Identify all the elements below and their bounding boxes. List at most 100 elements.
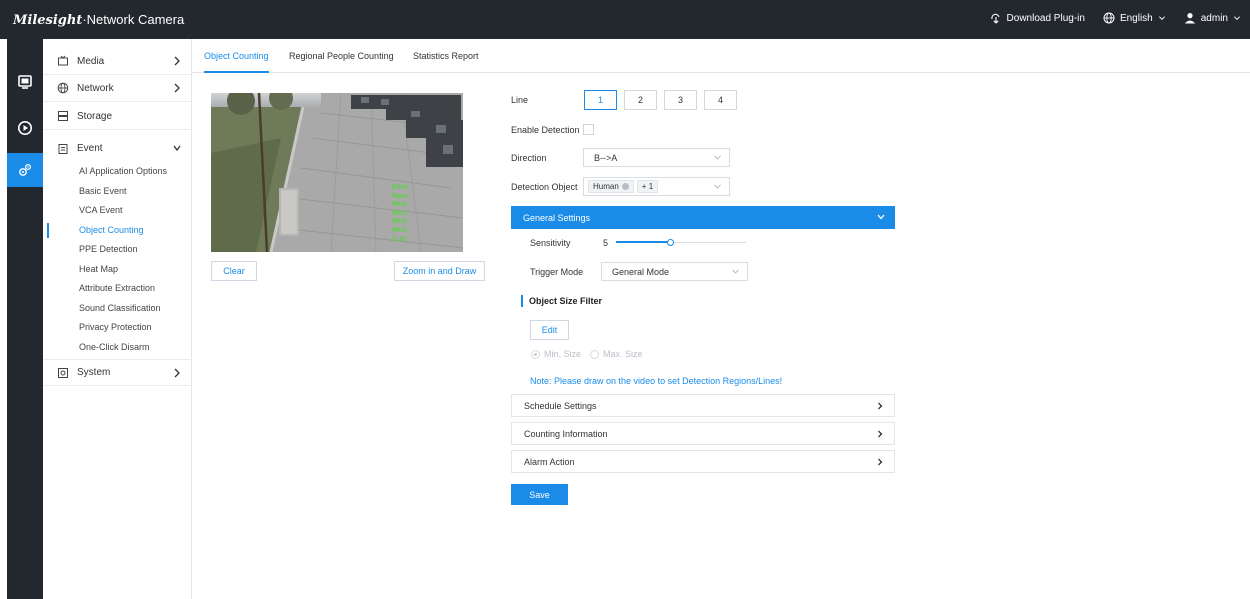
tab-regional-people-counting[interactable]: Regional People Counting [289, 39, 394, 73]
sidebar-item-one-click-disarm[interactable]: One-Click Disarm [43, 338, 192, 358]
chevron-right-icon [174, 368, 180, 378]
alarm-action-title: Alarm Action [524, 456, 575, 467]
schedule-settings-title: Schedule Settings [524, 400, 597, 411]
sidebar-item-media[interactable]: Media [43, 48, 192, 75]
chip-remove-icon[interactable] [621, 183, 629, 190]
line-2-button[interactable]: 2 [624, 90, 657, 110]
save-button[interactable]: Save [511, 484, 568, 505]
line-1-button[interactable]: 1 [584, 90, 617, 110]
chevron-down-icon [877, 214, 885, 220]
camera-scene-image [211, 93, 463, 252]
playback-icon [18, 121, 32, 135]
sidebar-item-object-counting[interactable]: Object Counting [43, 221, 192, 241]
alarm-action-header[interactable]: Alarm Action [511, 450, 895, 473]
counting-information-title: Counting Information [524, 428, 608, 439]
chevron-down-icon [732, 269, 739, 274]
brand: Milesight·Network Camera [13, 12, 184, 28]
overlay-line: Pers [392, 200, 407, 209]
detection-note: Note: Please draw on the video to set De… [530, 376, 783, 386]
chevron-right-icon [878, 402, 883, 410]
detection-chip: Human [588, 180, 634, 193]
sidebar-item-sound-classification[interactable]: Sound Classification [43, 299, 192, 319]
download-icon [990, 13, 1000, 24]
edit-button[interactable]: Edit [530, 320, 569, 340]
user-dropdown[interactable]: admin [1184, 12, 1241, 24]
general-settings-header[interactable]: General Settings [511, 206, 895, 229]
sidebar-item-label: Storage [77, 110, 113, 122]
sidebar-item-label: Media [77, 55, 105, 67]
sidebar-item-heat-map[interactable]: Heat Map [43, 260, 192, 280]
direction-value: B-->A [594, 152, 618, 163]
chevron-down-icon [714, 184, 721, 189]
sidebar-item-event[interactable]: Event [43, 135, 192, 162]
counting-overlay: Ente Pass Pers Pers Pers Pers Curr [392, 183, 408, 243]
chevron-down-icon [1158, 16, 1165, 20]
settings-icon [19, 163, 32, 176]
line-4-button[interactable]: 4 [704, 90, 737, 110]
user-icon [1184, 13, 1195, 24]
top-bar: Milesight·Network Camera Download Plug-i… [0, 0, 1250, 39]
overlay-line: Pers [392, 208, 407, 217]
sidebar-item-label: System [77, 367, 111, 378]
zoom-in-and-draw-button[interactable]: Zoom in and Draw [394, 261, 485, 281]
sidebar-item-ppe-detection[interactable]: PPE Detection [43, 240, 192, 260]
general-settings-title: General Settings [523, 212, 591, 223]
overlay-line: Curr [392, 234, 407, 243]
detection-object-select[interactable]: Human + 1 [583, 177, 730, 196]
detection-object-label: Detection Object [511, 182, 578, 192]
sidebar-item-label: Event [77, 143, 103, 154]
max-size-radio[interactable] [590, 350, 599, 359]
video-preview[interactable]: Ente Pass Pers Pers Pers Pers Curr [211, 93, 463, 252]
overlay-line: Pers [392, 225, 407, 234]
sensitivity-slider-fill [616, 241, 671, 243]
schedule-settings-header[interactable]: Schedule Settings [511, 394, 895, 417]
enable-detection-checkbox[interactable] [583, 124, 594, 135]
sensitivity-value: 5 [603, 238, 609, 248]
storage-icon [57, 110, 69, 122]
brand-title: ·Network Camera [82, 12, 185, 27]
live-view-icon [18, 75, 32, 89]
chevron-right-icon [174, 83, 180, 93]
chevron-right-icon [878, 430, 883, 438]
line-label: Line [511, 95, 529, 105]
sensitivity-slider-thumb[interactable] [666, 239, 674, 246]
sensitivity-label: Sensitivity [530, 238, 571, 248]
sidebar-item-attribute-extraction[interactable]: Attribute Extraction [43, 279, 192, 299]
chevron-down-icon [1234, 16, 1240, 20]
clear-button[interactable]: Clear [211, 261, 257, 281]
sidebar-item-privacy-protection[interactable]: Privacy Protection [43, 318, 192, 338]
line-3-button[interactable]: 3 [664, 90, 697, 110]
event-icon [57, 143, 69, 155]
overlay-line: Pass [392, 191, 408, 200]
chevron-down-icon [173, 145, 181, 152]
download-plugin-link[interactable]: Download Plug-in [990, 12, 1085, 24]
sidebar-item-ai-application-options[interactable]: AI Application Options [43, 162, 192, 182]
sidebar-item-vca-event[interactable]: VCA Event [43, 201, 192, 221]
direction-select[interactable]: B-->A [583, 148, 730, 167]
language-dropdown[interactable]: English [1103, 12, 1166, 24]
tab-statistics-report[interactable]: Statistics Report [413, 39, 479, 73]
user-label: admin [1200, 12, 1228, 24]
brand-logo: Milesight [13, 13, 83, 28]
min-size-label: Min. Size [544, 349, 582, 359]
object-size-filter-title: Object Size Filter [521, 295, 602, 307]
network-icon [57, 82, 69, 94]
direction-label: Direction [511, 153, 547, 163]
min-size-radio[interactable] [531, 350, 540, 359]
language-label: English [1119, 12, 1153, 24]
sidebar-item-basic-event[interactable]: Basic Event [43, 182, 192, 202]
tab-bar: Object Counting Regional People Counting… [192, 39, 1250, 73]
sidebar-item-label: Network [77, 82, 114, 94]
tab-object-counting[interactable]: Object Counting [204, 39, 269, 73]
playback-button[interactable] [7, 111, 43, 145]
sidebar-item-network[interactable]: Network [43, 75, 192, 102]
counting-information-header[interactable]: Counting Information [511, 422, 895, 445]
trigger-mode-select[interactable]: General Mode [601, 262, 748, 281]
chevron-right-icon [878, 458, 883, 466]
live-view-button[interactable] [7, 65, 43, 99]
globe-icon [1103, 12, 1115, 24]
sidebar-item-storage[interactable]: Storage [43, 103, 192, 130]
settings-button[interactable] [7, 153, 43, 187]
sidebar-item-system[interactable]: System [43, 359, 192, 386]
enable-detection-label: Enable Detection [511, 125, 580, 135]
